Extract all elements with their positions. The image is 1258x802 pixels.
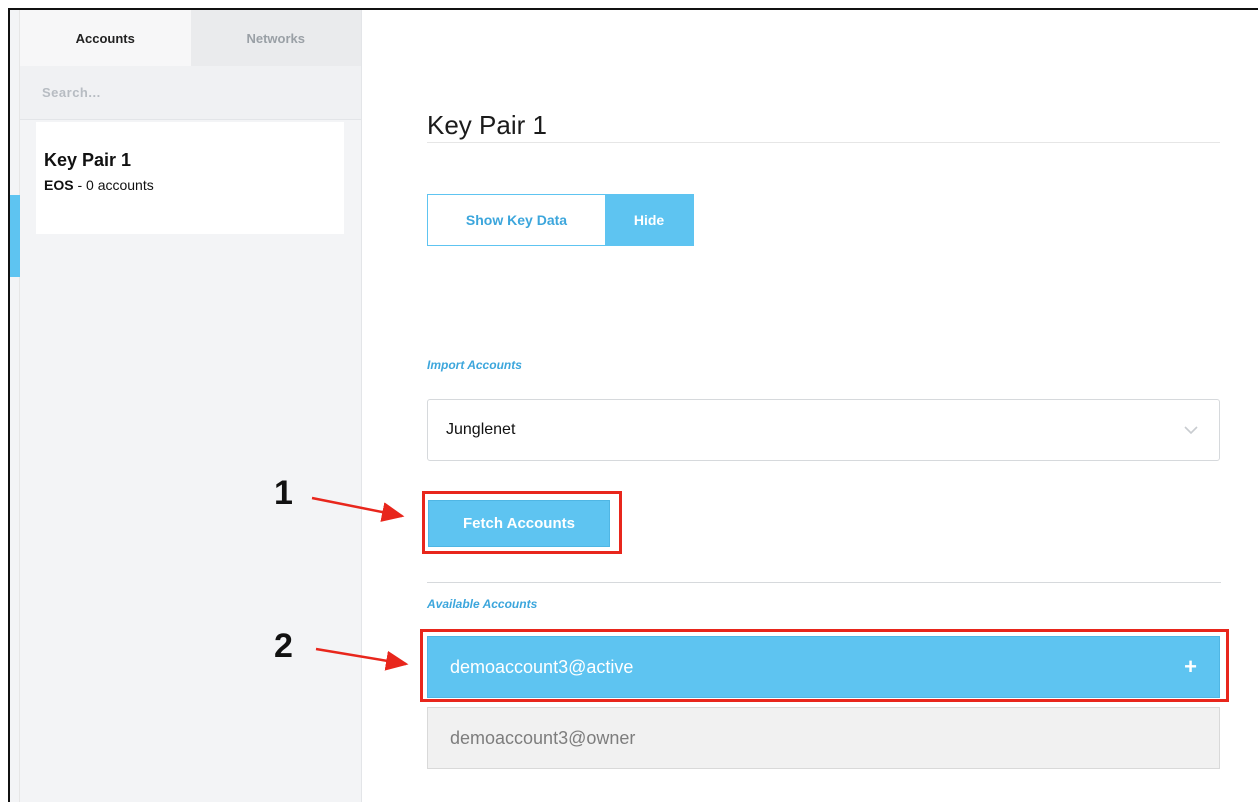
network-select-value: Junglenet xyxy=(446,421,516,438)
keypair-meta: EOS - 0 accounts xyxy=(44,177,336,193)
fetch-accounts-button[interactable]: Fetch Accounts xyxy=(428,500,610,547)
search-input[interactable] xyxy=(42,85,322,100)
key-data-toggle: Show Key Data Hide xyxy=(427,194,694,246)
available-accounts-label: Available Accounts xyxy=(427,597,538,611)
search-bar xyxy=(20,66,361,120)
show-key-data-button[interactable]: Show Key Data xyxy=(428,195,605,245)
keypair-blockchain: EOS xyxy=(44,177,74,193)
tab-accounts[interactable]: Accounts xyxy=(20,10,191,66)
import-accounts-label: Import Accounts xyxy=(427,358,522,372)
section-divider xyxy=(427,582,1221,583)
pane-accent-bar xyxy=(10,195,20,277)
annotation-step-1: 1 xyxy=(274,474,293,512)
account-label: demoaccount3@owner xyxy=(450,727,636,748)
chevron-down-icon xyxy=(1181,420,1201,440)
keypair-list-item[interactable]: Key Pair 1 EOS - 0 accounts xyxy=(36,122,344,234)
previous-pane-strip xyxy=(10,10,20,802)
keypair-account-count: - 0 accounts xyxy=(73,177,154,193)
network-select[interactable]: Junglenet xyxy=(427,399,1220,461)
keypair-name: Key Pair 1 xyxy=(44,150,132,170)
account-label: demoaccount3@active xyxy=(450,656,634,677)
plus-icon[interactable]: + xyxy=(1184,654,1197,680)
title-divider xyxy=(427,142,1220,143)
page-title: Key Pair 1 xyxy=(427,110,547,140)
main-panel: Key Pair 1 Show Key Data Hide Import Acc… xyxy=(363,10,1258,802)
account-item-active[interactable]: demoaccount3@active + xyxy=(427,636,1220,698)
hide-key-data-button[interactable]: Hide xyxy=(605,195,693,245)
sidebar-tabs: Accounts Networks xyxy=(20,10,361,66)
account-item-owner[interactable]: demoaccount3@owner xyxy=(427,707,1220,769)
annotation-step-2: 2 xyxy=(274,627,293,665)
sidebar: Accounts Networks Key Pair 1 EOS - 0 acc… xyxy=(20,10,362,802)
tab-networks[interactable]: Networks xyxy=(190,10,361,66)
